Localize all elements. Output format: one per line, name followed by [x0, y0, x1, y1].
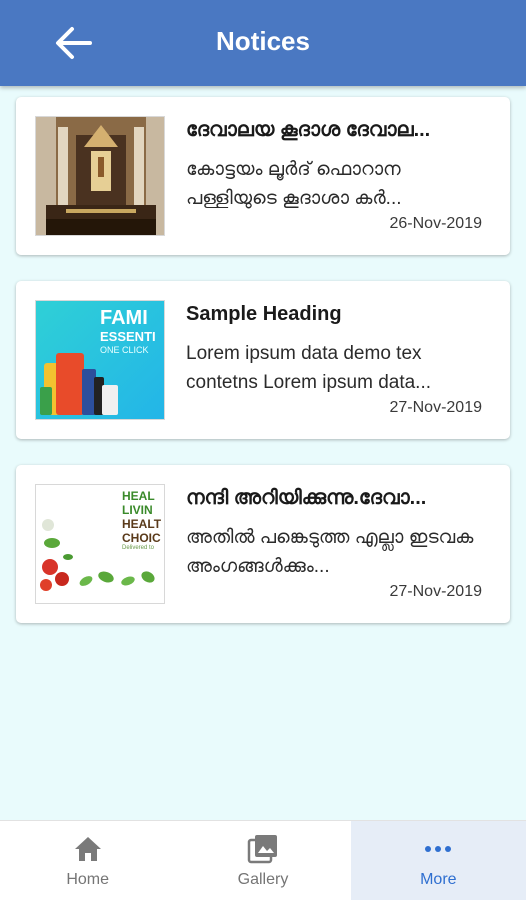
gallery-icon — [246, 833, 280, 865]
notice-body: Lorem ipsum data demo tex contetns Lorem… — [186, 343, 432, 393]
notice-date: 27-Nov-2019 — [389, 399, 483, 416]
app-bar: Notices — [0, 0, 526, 86]
healthy-living-banner-image: HEAL LIVIN HEALT CHOIC Delivered to — [35, 484, 165, 604]
nav-label: More — [420, 871, 457, 888]
notice-title: ദേവാലയ കൂദാശ ദേവാല... — [186, 119, 431, 141]
notice-card[interactable]: FAMI ESSENTI ONE CLICK Sample Heading Lo… — [16, 281, 510, 439]
notice-card[interactable]: ദേവാലയ കൂദാശ ദേവാല... കോട്ടയം ലൂർദ് ഫൊറാ… — [16, 97, 510, 255]
page-title: Notices — [216, 26, 310, 56]
notice-title: നന്ദി അറിയിക്കുന്നു.ദേവാ... — [186, 487, 427, 509]
family-essentials-banner-image: FAMI ESSENTI ONE CLICK — [35, 300, 165, 420]
nav-label: Gallery — [237, 871, 289, 888]
nav-item-more[interactable]: More — [350, 821, 526, 900]
nav-label: Home — [66, 871, 109, 888]
church-altar-image — [35, 116, 165, 236]
home-icon — [71, 833, 105, 865]
bottom-navigation: Home Gallery More — [0, 820, 526, 900]
notice-body: കോട്ടയം ലൂർദ് ഫൊറാന പള്ളിയുടെ കൂദാശാ കർ.… — [186, 159, 402, 209]
notice-body: അതിൽ പങ്കെടുത്ത എല്ലാ ഇടവക അംഗങ്ങൾക്കും.… — [186, 527, 474, 577]
nav-item-home[interactable]: Home — [0, 821, 175, 900]
notice-title: Sample Heading — [186, 303, 342, 325]
notice-date: 26-Nov-2019 — [389, 215, 483, 232]
nav-item-gallery[interactable]: Gallery — [175, 821, 350, 900]
notice-card[interactable]: HEAL LIVIN HEALT CHOIC Delivered to നന്ദ… — [16, 465, 510, 623]
notice-date: 27-Nov-2019 — [389, 583, 483, 600]
more-dots-icon — [421, 833, 455, 865]
